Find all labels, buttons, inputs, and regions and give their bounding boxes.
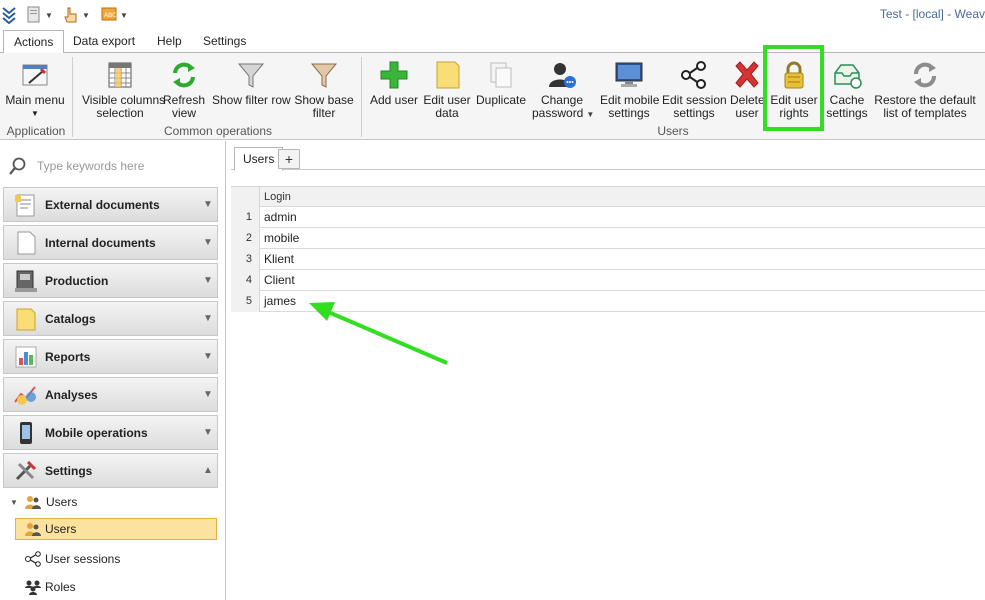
svg-text:ABC: ABC	[104, 12, 116, 19]
search-box[interactable]: Type keywords here	[8, 154, 218, 178]
tree-item-roles[interactable]: Roles	[24, 576, 214, 598]
user-password-icon	[532, 57, 592, 93]
nav-group-analyses[interactable]: Analyses ▼	[3, 377, 218, 412]
plus-icon	[368, 57, 420, 93]
edit-mobile-settings-button[interactable]: Edit mobile settings	[600, 57, 659, 123]
chevron-down-icon: ▼	[203, 427, 213, 438]
users-group-icon	[25, 523, 41, 536]
external-documents-icon	[11, 191, 41, 219]
change-password-caret: ▼	[586, 110, 595, 119]
users-group-icon	[25, 496, 41, 509]
quick-access-toolbar: ▼ ▼ ABC ▼ Test - [local] - Weav	[0, 0, 985, 30]
note-icon	[422, 57, 472, 93]
cache-tray-icon	[824, 57, 870, 93]
restore-cycle-icon	[874, 57, 976, 93]
delete-user-button[interactable]: Delete user	[730, 57, 764, 123]
group-separator	[72, 57, 73, 137]
document-icon[interactable]: ▼	[26, 4, 53, 26]
delete-x-icon	[730, 57, 764, 93]
chevron-up-icon: ▲	[203, 465, 213, 476]
ribbon: Main menu ▼ Application Visible columns …	[0, 45, 985, 140]
refresh-view-button[interactable]: Refresh view	[162, 57, 206, 123]
show-base-filter-button[interactable]: Show base filter	[294, 57, 354, 123]
hand-pointer-icon[interactable]: ▼	[63, 4, 90, 26]
catalogs-folder-icon	[11, 305, 41, 333]
window-title: Test - [local] - Weav	[879, 7, 985, 21]
group-common-label: Common operations	[163, 124, 273, 138]
visible-columns-button[interactable]: Visible columns selection	[82, 57, 165, 123]
edit-user-data-button[interactable]: Edit user data	[422, 57, 472, 123]
group-separator	[361, 57, 362, 137]
tree-item-users-parent[interactable]: ▼ Users	[10, 491, 210, 513]
main-menu-icon	[4, 57, 66, 93]
base-filter-funnel-icon	[294, 57, 354, 93]
app-window: ▼ ▼ ABC ▼ Test - [local] - Weav Actions …	[0, 0, 985, 600]
nav-group-production[interactable]: Production ▼	[3, 263, 218, 298]
tree-item-user-sessions[interactable]: User sessions	[24, 548, 214, 570]
ribbon-tab-strip: Actions Data export Help Settings	[0, 30, 985, 54]
network-nodes-icon	[25, 551, 41, 567]
group-users-label: Users	[657, 124, 689, 138]
main-menu-button[interactable]: Main menu ▼	[4, 57, 66, 123]
add-user-button[interactable]: Add user	[368, 57, 420, 123]
restore-templates-button[interactable]: Restore the default list of templates	[874, 57, 976, 123]
chevron-down-icon: ▼	[203, 313, 213, 324]
tab-help[interactable]: Help	[147, 30, 192, 53]
navigation-pane: Type keywords here External documents ▼ …	[0, 141, 226, 600]
change-password-button[interactable]: Change password ▼	[532, 57, 595, 123]
group-application-label: Application	[6, 124, 66, 138]
chevron-down-icon: ▼	[203, 389, 213, 400]
main-menu-caret: ▼	[31, 109, 39, 118]
nav-group-external-documents[interactable]: External documents ▼	[3, 187, 218, 222]
tree-expand-icon[interactable]: ▼	[10, 498, 24, 507]
show-filter-row-button[interactable]: Show filter row	[212, 57, 291, 123]
filter-funnel-icon	[212, 57, 290, 93]
tab-settings[interactable]: Settings	[193, 30, 256, 53]
nav-group-mobile-operations[interactable]: Mobile operations ▼	[3, 415, 218, 450]
tree-item-users-selected[interactable]: Users	[15, 518, 217, 540]
duplicate-pages-icon	[476, 57, 526, 93]
refresh-icon	[162, 57, 206, 93]
chevron-down-icon: ▼	[203, 351, 213, 362]
analyses-icon	[11, 381, 41, 409]
edit-session-settings-button[interactable]: Edit session settings	[662, 57, 727, 123]
production-machine-icon	[11, 267, 41, 295]
duplicate-button[interactable]: Duplicate	[476, 57, 526, 123]
app-menu-icon[interactable]	[2, 4, 16, 26]
search-icon	[9, 157, 26, 175]
nav-group-internal-documents[interactable]: Internal documents ▼	[3, 225, 218, 260]
reports-chart-icon	[11, 343, 41, 371]
mobile-phone-icon	[11, 419, 41, 447]
chevron-down-icon: ▼	[203, 237, 213, 248]
internal-documents-icon	[11, 229, 41, 257]
cache-settings-button[interactable]: Cache settings	[824, 57, 870, 123]
nav-group-settings[interactable]: Settings ▲	[3, 453, 218, 488]
search-input[interactable]: Type keywords here	[37, 159, 144, 173]
annotation-arrow	[309, 302, 448, 365]
chevron-down-icon: ▼	[203, 199, 213, 210]
roles-icon	[25, 580, 41, 595]
highlight-box	[763, 45, 824, 131]
nav-group-reports[interactable]: Reports ▼	[3, 339, 218, 374]
settings-tools-icon	[11, 457, 41, 485]
tab-data-export[interactable]: Data export	[63, 30, 145, 53]
network-nodes-icon	[662, 57, 726, 93]
nav-group-catalogs[interactable]: Catalogs ▼	[3, 301, 218, 336]
columns-grid-icon	[82, 57, 158, 93]
chevron-down-icon: ▼	[203, 275, 213, 286]
tab-actions[interactable]: Actions	[3, 30, 65, 54]
monitor-icon	[600, 57, 658, 93]
content-area: Users + Login 1 admin 2 mobile 3 Klient …	[231, 141, 985, 600]
spellcheck-icon[interactable]: ABC ▼	[101, 4, 128, 26]
